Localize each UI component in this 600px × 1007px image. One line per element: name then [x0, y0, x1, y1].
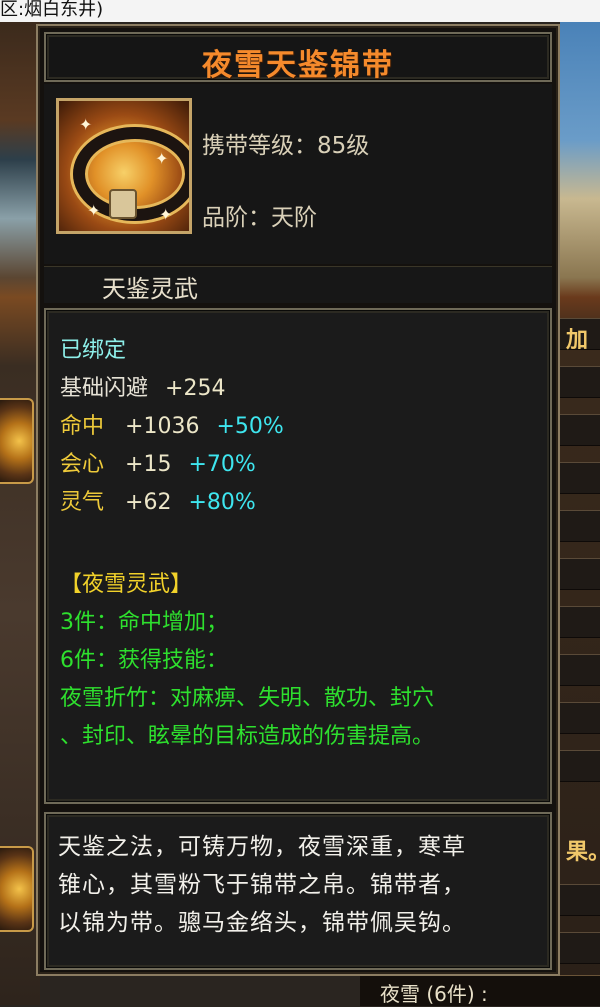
sparkle-icon: ✦ — [79, 115, 93, 134]
stat-row: 灵气 +62 +80% — [60, 484, 256, 516]
series-row: 天鉴灵武 — [44, 266, 552, 303]
stat-value: +1036 — [125, 414, 200, 439]
sparkle-icon: ✦ — [159, 205, 173, 224]
background-panel-row — [560, 750, 600, 782]
series-name: 天鉴灵武 — [102, 275, 198, 303]
background-panel-row — [560, 932, 600, 964]
stat-row: 命中 +1036 +50% — [60, 408, 284, 440]
background-panel-row — [560, 654, 600, 686]
title-bar: 夜雪天鉴锦带 — [44, 32, 552, 83]
stat-name: 会心 — [60, 452, 105, 477]
inventory-slot-icon[interactable] — [0, 846, 34, 932]
stat-value: +254 — [165, 376, 226, 401]
set-bar-label: 夜雪 (6件) : — [380, 982, 488, 1006]
set-bonus-3: 3件：命中增加； — [60, 610, 228, 635]
item-grade: 品阶：天阶 — [202, 205, 317, 231]
set-skill-line: 夜雪折竹：对麻痹、失明、散功、封穴 — [60, 686, 435, 711]
stat-name: 灵气 — [60, 490, 105, 515]
stat-row: 基础闪避 +254 — [60, 370, 225, 402]
stat-bonus: +50% — [216, 414, 284, 439]
background-panel-row — [560, 558, 600, 590]
set-name: 【夜雪灵武】 — [60, 572, 193, 597]
set-skill-line: 、封印、眩晕的目标造成的伤害提高。 — [60, 724, 435, 749]
stat-bonus: +80% — [188, 490, 256, 515]
background-panel-row — [560, 414, 600, 446]
item-header: ✦ ✦ ✦ ✦ 携带等级：85级 品阶：天阶 — [44, 84, 552, 264]
description-line: 天鉴之法，可铸万物，夜雪深重，寒草 — [58, 834, 466, 860]
inventory-slot-icon[interactable] — [0, 398, 34, 484]
carry-level: 携带等级：85级 — [202, 133, 370, 159]
background-panel-row — [560, 510, 600, 542]
stat-bonus: +70% — [188, 452, 256, 477]
set-bonus-6: 6件：获得技能： — [60, 648, 228, 673]
description-line: 锥心，其雪粉飞于锦带之帛。锦带者， — [58, 872, 466, 898]
stats-panel: 已绑定 基础闪避 +254 命中 +1036 +50% 会心 +15 +70% … — [44, 308, 552, 804]
description-panel: 天鉴之法，可铸万物，夜雪深重，寒草 锥心，其雪粉飞于锦带之帛。锦带者， 以锦为带… — [44, 812, 552, 970]
browser-top-text: 区:烟白东井) — [0, 0, 600, 22]
background-panel-row — [560, 702, 600, 734]
background-panel-row — [560, 884, 600, 916]
bound-status: 已绑定 — [60, 338, 127, 363]
item-tooltip: 夜雪天鉴锦带 ✦ ✦ ✦ ✦ 携带等级：85级 品阶：天阶 天鉴灵武 已绑定 基… — [36, 24, 560, 976]
item-name: 夜雪天鉴锦带 — [202, 48, 394, 83]
stat-row: 会心 +15 +70% — [60, 446, 256, 478]
belt-buckle-graphic — [109, 189, 137, 219]
belt-icon: ✦ ✦ ✦ ✦ — [56, 98, 192, 234]
background-label: 加 — [566, 328, 589, 353]
background-panel-row — [560, 366, 600, 398]
background-panel-row — [560, 606, 600, 638]
sparkle-icon: ✦ — [87, 201, 101, 220]
background-label: 果。 — [566, 840, 600, 865]
item-description: 天鉴之法，可铸万物，夜雪深重，寒草 锥心，其雪粉飞于锦带之帛。锦带者， 以锦为带… — [58, 828, 548, 942]
stat-value: +62 — [125, 490, 172, 515]
stat-name: 基础闪避 — [60, 376, 149, 401]
stat-name: 命中 — [60, 414, 105, 439]
stat-value: +15 — [125, 452, 172, 477]
background-panel-row — [560, 462, 600, 494]
sparkle-icon: ✦ — [155, 149, 169, 168]
description-line: 以锦为带。骢马金络头，锦带佩吴钩。 — [58, 910, 466, 936]
